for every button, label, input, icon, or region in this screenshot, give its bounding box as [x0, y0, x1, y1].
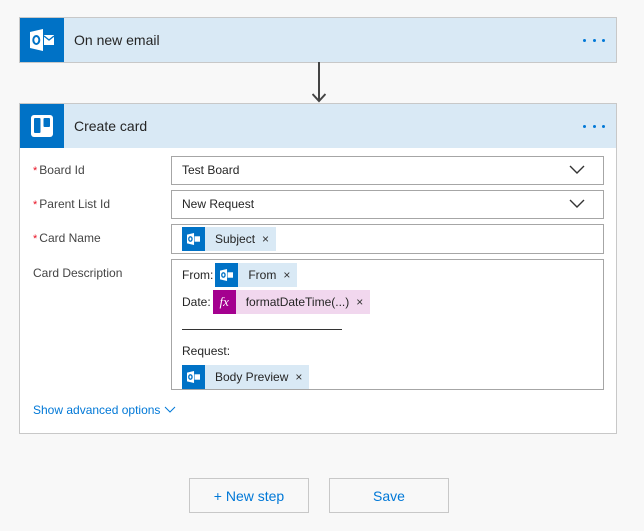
trigger-more-menu-button[interactable] — [582, 30, 606, 50]
fx-glyph: fx — [219, 294, 229, 309]
parent-list-id-label-text: Parent List Id — [39, 197, 110, 211]
parent-list-id-select[interactable]: New Request — [171, 190, 604, 219]
card-name-label-text: Card Name — [39, 231, 101, 245]
from-token[interactable]: From × — [215, 263, 298, 287]
dot-icon — [592, 38, 596, 42]
card-description-input[interactable]: From: From × Date: fx formatDateTime(...… — [171, 259, 604, 390]
format-date-time-token[interactable]: fx formatDateTime(...) × — [212, 290, 371, 314]
date-line: Date: fx formatDateTime(...) × — [182, 290, 371, 314]
action-title: Create card — [74, 118, 148, 134]
card-description-label: Card Description — [33, 266, 123, 280]
create-card-action: Create card * Board Id Test Board * Parent… — [19, 103, 617, 434]
save-button[interactable]: Save — [329, 478, 449, 513]
chevron-down-icon — [569, 165, 585, 174]
parent-list-id-value: New Request — [182, 197, 255, 211]
trello-icon — [20, 104, 64, 148]
board-id-label-text: Board Id — [39, 163, 85, 177]
token-label: Subject — [215, 232, 256, 246]
action-header[interactable]: Create card — [20, 104, 616, 148]
dot-icon — [602, 124, 605, 128]
fx-icon: fx — [212, 290, 236, 314]
show-advanced-options-link[interactable]: Show advanced options — [33, 403, 176, 417]
required-marker: * — [33, 233, 38, 245]
board-id-label: * Board Id — [33, 163, 85, 177]
token-label: formatDateTime(...) — [245, 295, 350, 309]
board-id-select[interactable]: Test Board — [171, 156, 604, 185]
date-prefix: Date: — [182, 295, 211, 309]
remove-token-icon[interactable]: × — [349, 295, 370, 309]
dot-icon — [602, 38, 605, 42]
required-marker: * — [33, 165, 38, 177]
separator-line — [182, 329, 342, 330]
required-marker: * — [33, 199, 38, 211]
trigger-header[interactable]: On new email — [20, 18, 616, 62]
body-line: Body Preview × — [182, 365, 310, 389]
trigger-card[interactable]: On new email — [19, 17, 617, 63]
subject-token[interactable]: Subject × — [182, 227, 277, 251]
advanced-label: Show advanced options — [33, 403, 161, 417]
arrow-down-icon — [312, 62, 326, 103]
trigger-title: On new email — [74, 32, 160, 48]
card-name-label: * Card Name — [33, 231, 101, 245]
card-name-input[interactable]: Subject × — [171, 224, 604, 254]
token-label: From — [248, 268, 277, 282]
dot-icon — [592, 124, 596, 128]
from-line: From: From × — [182, 263, 298, 287]
dot-icon — [583, 124, 586, 128]
board-id-value: Test Board — [182, 163, 240, 177]
request-label: Request: — [182, 344, 231, 358]
outlook-icon — [182, 365, 205, 389]
outlook-icon — [215, 263, 239, 287]
from-prefix: From: — [182, 268, 214, 282]
chevron-down-icon — [165, 406, 176, 413]
parent-list-id-label: * Parent List Id — [33, 197, 110, 211]
new-step-button[interactable]: + New step — [189, 478, 309, 513]
action-more-menu-button[interactable] — [582, 116, 606, 136]
outlook-icon — [182, 227, 205, 251]
remove-token-icon[interactable]: × — [255, 232, 276, 246]
body-preview-token[interactable]: Body Preview × — [182, 365, 310, 389]
outlook-icon — [20, 18, 64, 62]
token-label: Body Preview — [215, 370, 289, 384]
remove-token-icon[interactable]: × — [276, 268, 297, 282]
chevron-down-icon — [569, 199, 585, 208]
remove-token-icon[interactable]: × — [288, 370, 309, 384]
dot-icon — [583, 38, 586, 42]
